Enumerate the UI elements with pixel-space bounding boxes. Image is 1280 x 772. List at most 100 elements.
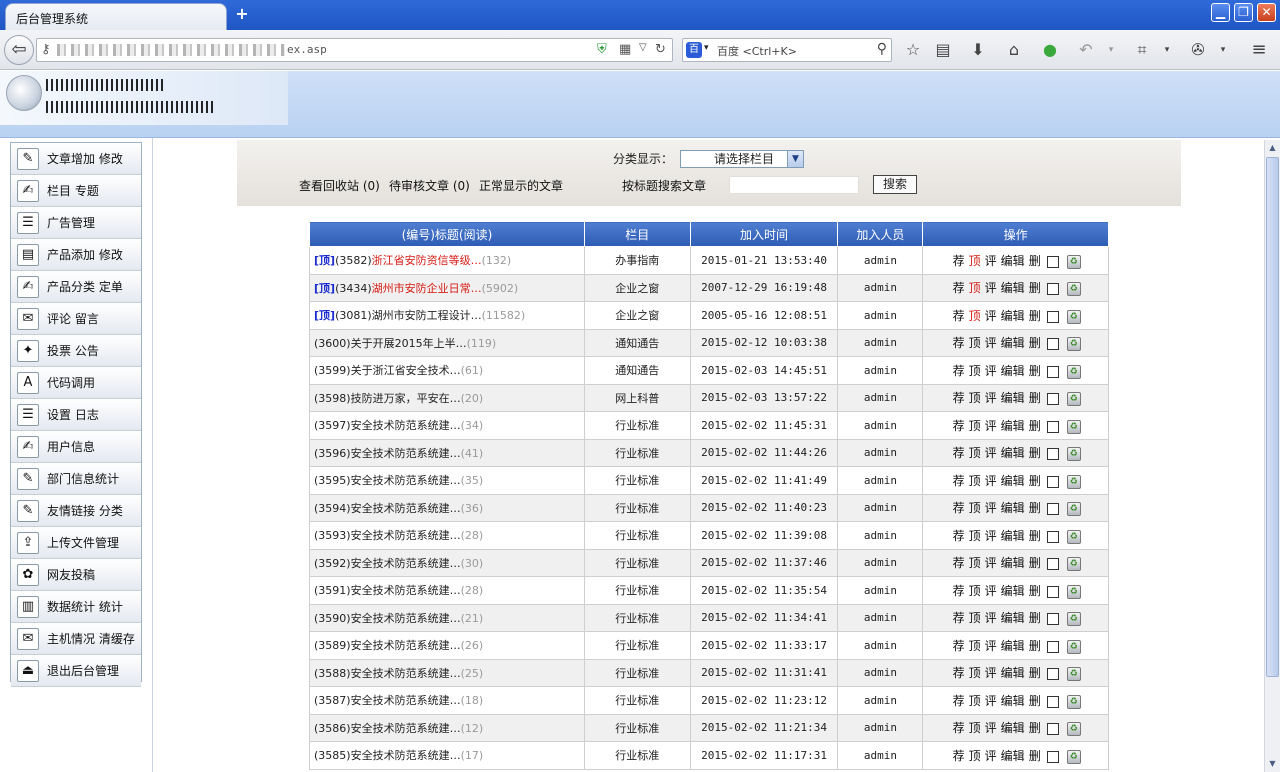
home-icon[interactable]: ⌂ [1003,39,1025,61]
trash-icon[interactable]: ♻ [1066,557,1081,572]
recommend-link[interactable]: 荐 [953,389,965,406]
trash-icon[interactable]: ♻ [1066,639,1081,654]
sidebar-item[interactable]: A 代码调用 [11,367,141,399]
site-identity-icon[interactable]: ⚷ [41,42,51,57]
top-link[interactable]: 顶 [969,527,981,544]
trash-icon[interactable]: ♻ [1066,667,1081,682]
top-link[interactable]: 顶 [969,637,981,654]
top-link[interactable]: 顶 [969,692,981,709]
recommend-link[interactable]: 荐 [953,554,965,571]
top-link[interactable]: 顶 [969,417,981,434]
undo-icon[interactable]: ↶ [1075,39,1097,61]
select-checkbox[interactable] [1046,338,1059,351]
trash-icon[interactable]: ♻ [1066,392,1081,407]
trash-icon[interactable]: ♻ [1066,694,1081,709]
search-button[interactable]: 搜索 [873,175,917,194]
article-title-link[interactable]: 安全技术防范系统建… [351,639,461,652]
delete-link[interactable]: 删 [1029,637,1041,654]
trash-icon[interactable]: ♻ [1066,337,1081,352]
edit-link[interactable]: 编辑 [1001,252,1025,269]
edit-link[interactable]: 编辑 [1001,389,1025,406]
delete-link[interactable]: 删 [1029,417,1041,434]
recommend-link[interactable]: 荐 [953,252,965,269]
comment-link[interactable]: 评 [985,527,997,544]
comment-link[interactable]: 评 [985,637,997,654]
comment-link[interactable]: 评 [985,582,997,599]
comment-link[interactable]: 评 [985,307,997,324]
trash-icon[interactable]: ♻ [1066,254,1081,269]
edit-link[interactable]: 编辑 [1001,554,1025,571]
select-checkbox[interactable] [1046,393,1059,406]
search-bar[interactable]: 百 ▾ 百度 <Ctrl+K> ⚲ [682,38,892,62]
recommend-link[interactable]: 荐 [953,609,965,626]
sidebar-item[interactable]: ▤ 产品添加 修改 [11,239,141,271]
download-icon[interactable]: ⬇ [967,39,989,61]
edit-link[interactable]: 编辑 [1001,637,1025,654]
edit-link[interactable]: 编辑 [1001,417,1025,434]
trash-icon[interactable]: ♻ [1066,447,1081,462]
pending-articles-link[interactable]: 待审核文章 (0) [389,177,470,194]
delete-link[interactable]: 删 [1029,527,1041,544]
recommend-link[interactable]: 荐 [953,334,965,351]
top-link[interactable]: 顶 [969,609,981,626]
bookmark-star-icon[interactable]: ☆ [902,39,924,61]
crop-dropdown-icon[interactable]: ▾ [1156,39,1178,61]
recommend-link[interactable]: 荐 [953,279,965,296]
top-link[interactable]: 顶 [969,389,981,406]
maximize-icon[interactable]: ❐ [1234,3,1253,22]
edit-link[interactable]: 编辑 [1001,444,1025,461]
select-checkbox[interactable] [1046,558,1059,571]
reading-list-icon[interactable]: ▤ [932,39,954,61]
browser-tab[interactable]: 后台管理系统 [5,3,227,30]
select-checkbox[interactable] [1046,475,1059,488]
crop-icon[interactable]: ⌗ [1131,39,1153,61]
select-checkbox[interactable] [1046,640,1059,653]
trash-icon[interactable]: ♻ [1066,282,1081,297]
select-checkbox[interactable] [1046,255,1059,268]
recommend-link[interactable]: 荐 [953,637,965,654]
edit-link[interactable]: 编辑 [1001,499,1025,516]
delete-link[interactable]: 删 [1029,609,1041,626]
comment-link[interactable]: 评 [985,334,997,351]
delete-link[interactable]: 删 [1029,307,1041,324]
tools-dropdown-icon[interactable]: ▾ [1212,39,1234,61]
recommend-link[interactable]: 荐 [953,527,965,544]
sidebar-item[interactable]: ⏏ 退出后台管理 [11,655,141,687]
sidebar-item[interactable]: ✍ 用户信息 [11,431,141,463]
delete-link[interactable]: 删 [1029,692,1041,709]
article-title-link[interactable]: 浙江省安防资信等级… [372,254,482,267]
select-checkbox[interactable] [1046,448,1059,461]
recommend-link[interactable]: 荐 [953,417,965,434]
article-title-link[interactable]: 关于浙江省安全技术… [351,364,461,377]
edit-link[interactable]: 编辑 [1001,334,1025,351]
article-title-link[interactable]: 安全技术防范系统建… [351,749,461,762]
trash-icon[interactable]: ♻ [1066,612,1081,627]
minimize-icon[interactable]: ▁ [1211,3,1230,22]
edit-link[interactable]: 编辑 [1001,307,1025,324]
edit-link[interactable]: 编辑 [1001,527,1025,544]
url-bar[interactable]: ⚷ ex.asp ⛨ ▦ ▽ ↻ [36,38,673,62]
trash-icon[interactable]: ♻ [1066,364,1081,379]
sidebar-item[interactable]: ▥ 数据统计 统计 [11,591,141,623]
article-title-link[interactable]: 安全技术防范系统建… [351,584,461,597]
top-link[interactable]: 顶 [969,554,981,571]
article-title-link[interactable]: 湖州市安防企业日常… [372,282,482,295]
trash-icon[interactable]: ♻ [1066,749,1081,764]
select-checkbox[interactable] [1046,310,1059,323]
select-checkbox[interactable] [1046,723,1059,736]
edit-link[interactable]: 编辑 [1001,609,1025,626]
qr-code-icon[interactable]: ▦ [619,42,631,57]
article-title-link[interactable]: 安全技术防范系统建… [351,529,461,542]
recycle-bin-link[interactable]: 查看回收站 (0) [299,177,380,194]
top-link[interactable]: 顶 [969,362,981,379]
comment-link[interactable]: 评 [985,664,997,681]
sidebar-item[interactable]: ✦ 投票 公告 [11,335,141,367]
edit-link[interactable]: 编辑 [1001,472,1025,489]
back-icon[interactable]: ⇦ [4,35,34,65]
article-title-link[interactable]: 安全技术防范系统建… [351,419,461,432]
trash-icon[interactable]: ♻ [1066,419,1081,434]
recommend-link[interactable]: 荐 [953,719,965,736]
delete-link[interactable]: 删 [1029,252,1041,269]
top-link[interactable]: 顶 [969,747,981,764]
scroll-thumb[interactable] [1266,157,1279,677]
